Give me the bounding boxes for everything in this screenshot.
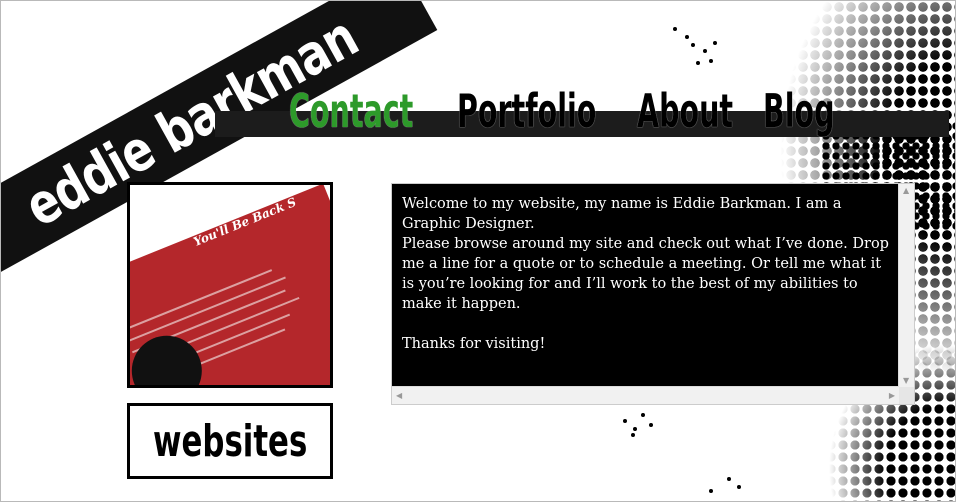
nav-blog[interactable]: Blog <box>763 85 835 137</box>
nav-about[interactable]: About <box>637 85 733 137</box>
welcome-paragraph-1: Welcome to my website, my name is Eddie … <box>402 196 842 232</box>
nav-portfolio[interactable]: Portfolio <box>457 85 596 137</box>
scroll-down-icon[interactable]: ▼ <box>903 376 909 385</box>
vertical-scrollbar[interactable]: ▲ ▼ <box>898 184 914 387</box>
nav-contact[interactable]: Contact <box>289 85 413 137</box>
page-frame: eddie barkman Contact Portfolio About Bl… <box>0 0 956 502</box>
scroll-left-icon[interactable]: ◀ <box>396 391 402 400</box>
welcome-paragraph-3 <box>402 314 892 334</box>
welcome-text: Welcome to my website, my name is Eddie … <box>402 194 892 354</box>
websites-label: websites <box>152 415 308 467</box>
portfolio-thumbnail[interactable]: You'll Be Back S <box>127 182 333 388</box>
horizontal-scrollbar[interactable]: ◀ ▶ <box>392 386 899 404</box>
welcome-textbox[interactable]: Welcome to my website, my name is Eddie … <box>391 183 915 405</box>
scroll-up-icon[interactable]: ▲ <box>903 186 909 195</box>
welcome-paragraph-4: Thanks for visiting! <box>402 336 546 352</box>
poster-image <box>130 185 330 385</box>
welcome-paragraph-2: Please browse around my site and check o… <box>402 236 889 312</box>
scroll-right-icon[interactable]: ▶ <box>889 391 895 400</box>
websites-button[interactable]: websites <box>127 403 333 479</box>
scrollbar-corner <box>899 387 914 404</box>
